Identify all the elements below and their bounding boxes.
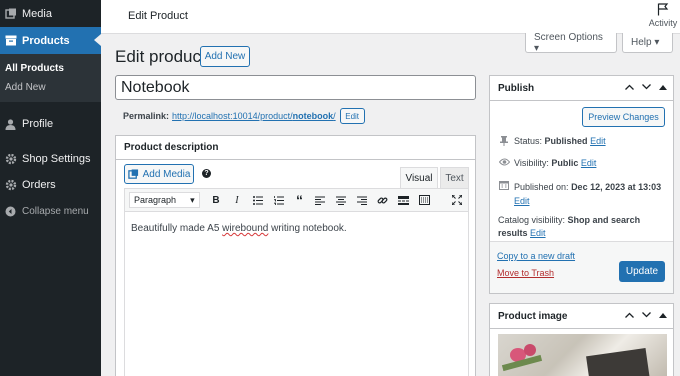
sidebar-item-label: Profile bbox=[22, 118, 54, 130]
flag-icon bbox=[657, 3, 669, 16]
gear-icon bbox=[4, 153, 17, 166]
publish-header: Publish bbox=[490, 76, 673, 101]
read-more-icon[interactable] bbox=[393, 192, 414, 208]
eye-icon bbox=[498, 158, 510, 168]
status-edit-link[interactable]: Edit bbox=[590, 136, 606, 146]
sidebar-item-label: Media bbox=[22, 7, 52, 20]
move-to-trash-link[interactable]: Move to Trash bbox=[497, 268, 554, 278]
media-icon bbox=[127, 168, 138, 179]
chevron-down-icon: ▾ bbox=[190, 194, 195, 205]
caret-up-icon[interactable] bbox=[659, 310, 667, 321]
products-submenu: All Products Add New bbox=[0, 54, 101, 102]
tab-text[interactable]: Text bbox=[440, 167, 469, 188]
catalog-edit-link[interactable]: Edit bbox=[530, 228, 546, 238]
permalink-label: Permalink: bbox=[123, 111, 170, 121]
submenu-item-add-new[interactable]: Add New bbox=[0, 78, 101, 97]
activity-button[interactable]: Activity bbox=[648, 3, 678, 28]
fullscreen-icon[interactable] bbox=[447, 192, 468, 208]
copy-to-draft-link[interactable]: Copy to a new draft bbox=[497, 251, 575, 261]
screen-options-button[interactable]: Screen Options ▾ bbox=[525, 32, 617, 54]
help-button[interactable]: Help ▾ bbox=[622, 33, 673, 53]
product-image-heading: Product image bbox=[498, 310, 568, 322]
user-icon bbox=[4, 118, 17, 131]
status-row: Status: Published Edit bbox=[498, 136, 606, 148]
page-title: Edit product bbox=[115, 47, 206, 66]
align-right-icon[interactable] bbox=[352, 192, 373, 208]
product-image-thumbnail[interactable] bbox=[498, 334, 667, 376]
top-bar: Edit Product Activity bbox=[101, 0, 680, 34]
product-description-box: Product description Add Media ? Visual T… bbox=[115, 135, 476, 376]
calendar-icon bbox=[498, 180, 510, 192]
permalink-link[interactable]: http://localhost:10014/product/notebook/ bbox=[172, 111, 336, 121]
link-icon[interactable] bbox=[372, 192, 393, 208]
numbered-list-icon[interactable] bbox=[268, 192, 289, 208]
collapse-icon bbox=[4, 205, 17, 218]
admin-sidebar: Media Products All Products Add New Prof… bbox=[0, 0, 101, 376]
submenu-item-all-products[interactable]: All Products bbox=[0, 59, 101, 78]
help-icon[interactable]: ? bbox=[202, 169, 211, 178]
preview-changes-button[interactable]: Preview Changes bbox=[582, 107, 665, 127]
chevron-down-icon[interactable] bbox=[642, 310, 651, 321]
caret-up-icon[interactable] bbox=[659, 82, 667, 93]
chevron-up-icon[interactable] bbox=[625, 82, 634, 93]
update-button[interactable]: Update bbox=[619, 261, 665, 282]
publish-heading: Publish bbox=[498, 82, 535, 94]
chevron-up-icon[interactable] bbox=[625, 310, 634, 321]
sidebar-item-label: Collapse menu bbox=[22, 205, 89, 217]
sidebar-item-products[interactable]: Products bbox=[0, 27, 101, 54]
add-new-button[interactable]: Add New bbox=[200, 46, 250, 67]
visibility-row: Visibility: Public Edit bbox=[498, 158, 596, 168]
format-select[interactable]: Paragraph ▾ bbox=[129, 192, 200, 208]
italic-icon[interactable]: I bbox=[226, 192, 247, 208]
pin-icon bbox=[498, 136, 510, 148]
bold-icon[interactable]: B bbox=[206, 192, 227, 208]
publish-box: Publish Preview Changes Status: Publishe… bbox=[489, 75, 674, 294]
published-edit-link[interactable]: Edit bbox=[514, 196, 530, 206]
sidebar-item-profile[interactable]: Profile bbox=[0, 111, 101, 137]
editor-toolbar: Paragraph ▾ B I “ bbox=[124, 188, 469, 212]
publish-actions: Copy to a new draft Move to Trash Update bbox=[490, 241, 673, 293]
misspelled-word: wirebound bbox=[222, 223, 269, 234]
bullet-list-icon[interactable] bbox=[247, 192, 268, 208]
tab-visual[interactable]: Visual bbox=[400, 167, 438, 188]
sidebar-item-shop-settings[interactable]: Shop Settings bbox=[0, 146, 101, 172]
sidebar-item-label: Products bbox=[22, 34, 70, 47]
align-left-icon[interactable] bbox=[310, 192, 331, 208]
description-editor[interactable]: Beautifully made A5 wirebound writing no… bbox=[124, 212, 469, 376]
product-title-input[interactable]: Notebook bbox=[115, 75, 476, 100]
add-media-button[interactable]: Add Media bbox=[124, 164, 194, 184]
description-heading: Product description bbox=[116, 136, 475, 160]
collapse-menu-button[interactable]: Collapse menu bbox=[0, 198, 101, 224]
topbar-title: Edit Product bbox=[128, 10, 188, 22]
activity-label: Activity bbox=[648, 18, 678, 28]
published-on-row: Published on: Dec 12, 2023 at 13:03 Edit bbox=[498, 180, 670, 208]
align-center-icon[interactable] bbox=[331, 192, 352, 208]
blockquote-icon[interactable]: “ bbox=[289, 192, 310, 208]
sidebar-item-media[interactable]: Media bbox=[0, 0, 101, 27]
chevron-down-icon[interactable] bbox=[642, 82, 651, 93]
media-icon bbox=[4, 7, 17, 20]
sidebar-item-label: Shop Settings bbox=[22, 153, 91, 165]
flower-shape bbox=[524, 344, 536, 356]
toolbar-toggle-icon[interactable] bbox=[414, 192, 435, 208]
gear-icon bbox=[4, 179, 17, 192]
catalog-visibility-row: Catalog visibility: Shop and search resu… bbox=[498, 215, 641, 238]
sidebar-item-orders[interactable]: Orders bbox=[0, 172, 101, 198]
visibility-edit-link[interactable]: Edit bbox=[581, 158, 597, 168]
product-image-box: Product image bbox=[489, 303, 674, 376]
permalink-edit-button[interactable]: Edit bbox=[339, 108, 365, 124]
permalink: Permalink: http://localhost:10014/produc… bbox=[123, 108, 365, 124]
sidebar-item-label: Orders bbox=[22, 179, 56, 191]
archive-icon bbox=[4, 34, 17, 47]
notebook-shape bbox=[586, 347, 650, 376]
product-image-header: Product image bbox=[490, 304, 673, 329]
